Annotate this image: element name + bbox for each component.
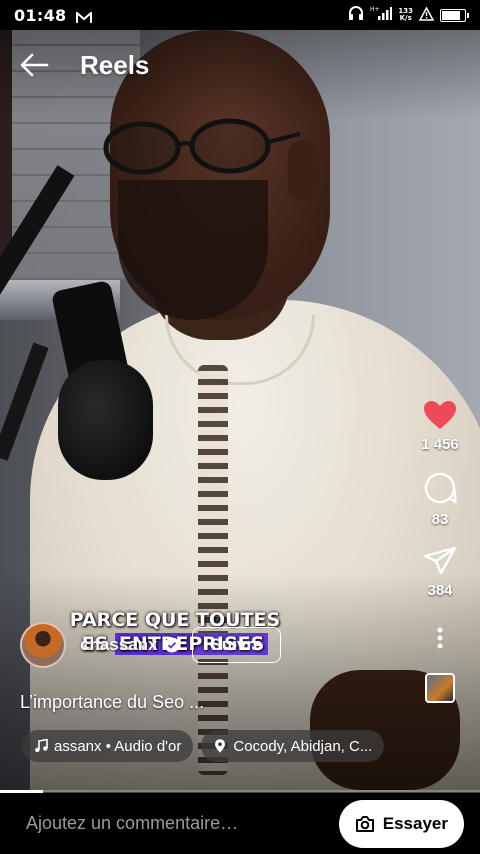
status-bar: 01:48 H+ 133 K/s: [0, 0, 480, 30]
back-button[interactable]: [4, 40, 64, 90]
warning-icon: [418, 5, 435, 25]
battery-icon: [440, 8, 469, 22]
avatar[interactable]: [20, 622, 66, 668]
author-username[interactable]: chassanx: [80, 635, 158, 655]
follow-button[interactable]: Suivre: [191, 627, 282, 663]
comment-action[interactable]: 83: [423, 471, 457, 528]
location-chip[interactable]: Cocody, Abidjan, C...: [201, 730, 385, 762]
location-pin-icon: [215, 739, 226, 753]
post-chips: assanx • Audio d'or Cocody, Abidjan, C..…: [22, 730, 385, 762]
network-type: H+: [370, 6, 380, 13]
back-arrow-icon: [20, 53, 49, 77]
music-note-icon: [35, 739, 48, 753]
more-options-button[interactable]: [425, 623, 455, 653]
like-count: 1 456: [421, 436, 459, 453]
location-label: Cocody, Abidjan, C...: [233, 737, 373, 755]
signal-icon: H+: [370, 5, 393, 25]
like-action[interactable]: 1 456: [421, 400, 459, 453]
comment-count: 83: [431, 511, 449, 528]
try-label: Essayer: [382, 813, 448, 833]
battery-level: [442, 10, 461, 20]
try-camera-button[interactable]: Essayer: [338, 799, 464, 848]
comment-icon[interactable]: [423, 471, 457, 505]
share-count: 384: [427, 582, 453, 599]
share-action[interactable]: 384: [423, 546, 457, 599]
verified-badge-icon: [164, 637, 179, 653]
camera-icon: [355, 815, 374, 832]
net-speed-unit: K/s: [399, 14, 412, 22]
post-description[interactable]: L’importance du Seo ...: [20, 692, 204, 713]
comment-bar: Essayer: [0, 793, 480, 854]
more-vertical-icon: [437, 627, 443, 649]
speaker-glasses: [103, 118, 300, 175]
audio-chip[interactable]: assanx • Audio d'or: [22, 730, 194, 762]
top-bar: Reels: [0, 40, 480, 90]
headphones-icon: [348, 5, 364, 25]
author-row: chassanx Suivre: [20, 622, 282, 668]
gmail-icon: [76, 9, 93, 23]
page-title: Reels: [80, 49, 150, 80]
audio-label: assanx • Audio d'or: [54, 737, 182, 755]
comment-input[interactable]: [26, 813, 339, 834]
net-speed: 133 K/s: [398, 8, 413, 22]
microphone: [58, 360, 153, 480]
status-time: 01:48: [14, 5, 67, 25]
audio-thumbnail[interactable]: [425, 673, 455, 703]
share-icon[interactable]: [423, 546, 457, 576]
heart-icon[interactable]: [423, 400, 457, 430]
reel-actions: 1 456 83 384: [400, 400, 480, 703]
